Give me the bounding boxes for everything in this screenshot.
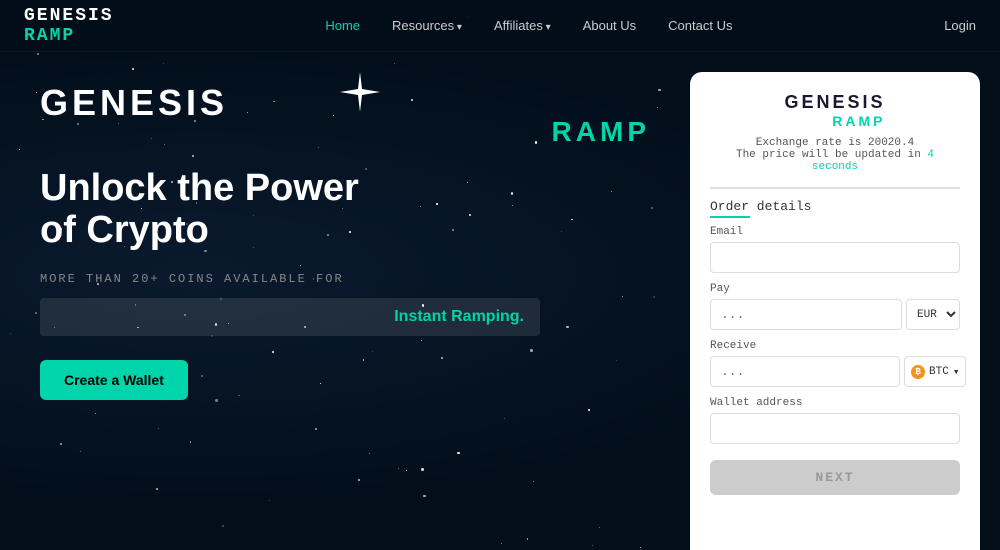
nav-logo[interactable]: GENESIS RAMP [24, 6, 114, 46]
order-details-title: Order details [710, 199, 960, 218]
nav-link-affiliates[interactable]: Affiliates [494, 18, 551, 33]
panel-logo: GENESIS RAMP [784, 92, 885, 129]
wallet-address-input[interactable] [710, 413, 960, 444]
next-button[interactable]: NEXT [710, 460, 960, 495]
btc-icon: ₿ [911, 365, 925, 379]
nav-item-resources[interactable]: Resources [392, 17, 462, 35]
email-label: Email [710, 226, 960, 238]
pay-label: Pay [710, 283, 960, 295]
create-wallet-button[interactable]: Create a Wallet [40, 360, 188, 400]
receive-amount-input[interactable] [710, 356, 900, 387]
hero-headline: Unlock the Power of Crypto [40, 168, 650, 252]
pay-input-group: EUR USD GBP [710, 299, 960, 330]
pay-currency-select[interactable]: EUR USD GBP [906, 299, 960, 330]
email-group: Email [710, 226, 960, 273]
main-content: GENESIS RAMP Unlock the Power of Crypto … [0, 52, 1000, 550]
star-burst-icon [340, 72, 380, 112]
pay-group: Pay EUR USD GBP [710, 283, 960, 330]
nav-link-about[interactable]: About Us [583, 18, 636, 33]
chevron-down-icon: ▾ [953, 365, 960, 379]
order-panel: GENESIS RAMP Exchange rate is 20020.4 Th… [690, 72, 980, 550]
nav-item-affiliates[interactable]: Affiliates [494, 17, 551, 35]
wallet-group: Wallet address [710, 397, 960, 444]
exchange-rate: Exchange rate is 20020.4 The price will … [710, 137, 960, 173]
ticker-text: Instant Ramping. [56, 308, 524, 326]
login-button[interactable]: Login [944, 18, 976, 33]
email-input[interactable] [710, 242, 960, 273]
nav-link-resources[interactable]: Resources [392, 18, 462, 33]
nav-links: Home Resources Affiliates About Us Conta… [325, 17, 732, 35]
receive-group: Receive ₿ BTC ▾ [710, 340, 960, 387]
nav-logo-text: GENESIS RAMP [24, 6, 114, 46]
nav-link-contact[interactable]: Contact Us [668, 18, 732, 33]
nav-item-contact[interactable]: Contact Us [668, 17, 732, 35]
panel-divider [710, 187, 960, 189]
nav-link-home[interactable]: Home [325, 18, 360, 33]
hero-subtext: MORE THAN 20+ COINS AVAILABLE FOR [40, 272, 650, 286]
wallet-label: Wallet address [710, 397, 960, 409]
nav-item-about[interactable]: About Us [583, 17, 636, 35]
nav-item-home[interactable]: Home [325, 17, 360, 35]
receive-label: Receive [710, 340, 960, 352]
receive-crypto-select[interactable]: ₿ BTC ▾ [904, 356, 966, 387]
hero-section: GENESIS RAMP Unlock the Power of Crypto … [0, 52, 690, 550]
panel-logo-text: GENESIS RAMP [784, 92, 885, 129]
pay-amount-input[interactable] [710, 299, 902, 330]
navbar: GENESIS RAMP Home Resources Affiliates A… [0, 0, 1000, 52]
receive-input-group: ₿ BTC ▾ [710, 356, 960, 387]
ticker-bar: Instant Ramping. [40, 298, 540, 336]
